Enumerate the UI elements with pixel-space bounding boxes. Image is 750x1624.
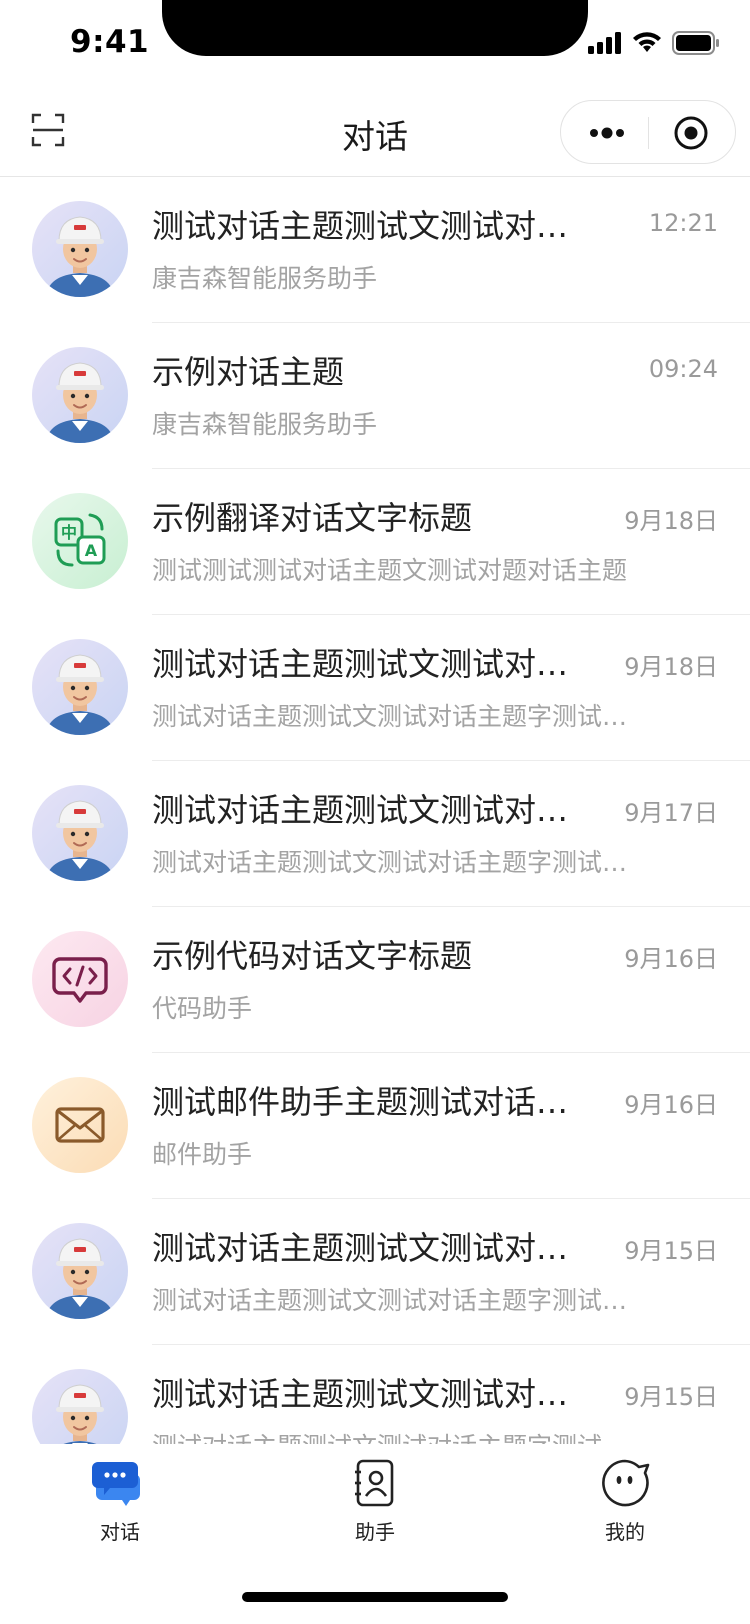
battery-icon [672, 31, 719, 55]
conversation-title: 测试对话主题测试文测试对话主题 [152, 1375, 592, 1413]
conversation-subtitle: 测试对话主题测试文测试对话主题字测试对话 [152, 1427, 632, 1444]
home-indicator [242, 1592, 508, 1602]
conversation-time: 9月16日 [624, 945, 718, 973]
conversation-item[interactable]: 示例对话主题 09:24 康吉森智能服务助手 [0, 323, 750, 469]
tab-chat[interactable]: 对话 [50, 1458, 190, 1545]
mail-icon [32, 1077, 128, 1173]
avatar [32, 1077, 128, 1173]
worker-avatar-icon [32, 201, 128, 297]
conversation-time: 9月18日 [624, 507, 718, 535]
conversation-item[interactable]: 测试对话主题测试文测试对话主题 12:21 康吉森智能服务助手 [0, 177, 750, 323]
worker-avatar-icon [32, 785, 128, 881]
conversation-item[interactable]: 中 A 示例翻译对话文字标题 9月18日测试测试测试对话主题文测试对题对话主题 [0, 469, 750, 615]
conversation-title: 示例对话主题 [152, 353, 345, 391]
tab-mine[interactable]: 我的 [555, 1458, 695, 1545]
more-icon[interactable] [587, 120, 627, 146]
mini-program-capsule [560, 100, 736, 164]
avatar [32, 785, 128, 881]
tab-mine-label: 我的 [605, 1520, 645, 1544]
tab-chat-label: 对话 [100, 1520, 140, 1544]
conversation-item[interactable]: 测试对话主题测试文测试对话主题 9月15日测试对话主题测试文测试对话主题字测试对话 [0, 1199, 750, 1345]
conversation-time: 09:24 [648, 355, 718, 383]
conversation-title: 测试对话主题测试文测试对话主题 [152, 645, 592, 683]
conversation-title: 测试对话主题测试文测试对话主题 [152, 791, 592, 829]
code-icon [32, 931, 128, 1027]
capsule-divider [648, 117, 649, 149]
conversation-time: 12:21 [648, 209, 718, 237]
conversation-time: 9月15日 [624, 1383, 718, 1411]
conversation-time: 9月18日 [624, 653, 718, 681]
conversation-subtitle: 测试对话主题测试文测试对话主题字测试对话 [152, 848, 632, 877]
status-time: 9:41 [70, 24, 150, 60]
avatar [32, 931, 128, 1027]
conversation-item[interactable]: 测试对话主题测试文测试对话主题 9月18日测试对话主题测试文测试对话主题字测试对话 [0, 615, 750, 761]
worker-avatar-icon [32, 639, 128, 735]
wifi-icon [633, 32, 661, 52]
conversation-subtitle: 测试对话主题测试文测试对话主题字测试对话 [152, 1286, 632, 1315]
avatar [32, 639, 128, 735]
conversation-time: 9月16日 [624, 1091, 718, 1119]
contacts-icon [355, 1459, 394, 1507]
avatar [32, 201, 128, 297]
worker-avatar-icon [32, 1369, 128, 1444]
conversation-subtitle: 测试对话主题测试文测试对话主题字测试对话 [152, 702, 632, 731]
tab-bar: 对话 助手 我的 [0, 1444, 750, 1564]
status-bar: 9:41 [0, 0, 750, 88]
conversation-subtitle: 邮件助手 [152, 1140, 253, 1169]
conversation-title: 测试对话主题测试文测试对话主题 [152, 1229, 592, 1267]
system-icons [588, 30, 720, 56]
worker-avatar-icon [32, 1223, 128, 1319]
conversation-item[interactable]: 示例代码对话文字标题 9月16日代码助手 [0, 907, 750, 1053]
svg-text:中: 中 [61, 523, 77, 542]
conversation-item[interactable]: 测试邮件助手主题测试对话主题 9月16日邮件助手 [0, 1053, 750, 1199]
avatar [32, 1369, 128, 1444]
conversation-list[interactable]: 测试对话主题测试文测试对话主题 12:21 康吉森智能服务助手 示例对话主题 09:24… [0, 177, 750, 1444]
conversation-subtitle: 康吉森智能服务助手 [152, 410, 378, 439]
conversation-time: 9月17日 [624, 799, 718, 827]
device-notch [162, 0, 588, 56]
svg-text:A: A [85, 541, 98, 560]
profile-face-icon [602, 1459, 650, 1507]
avatar: 中A [32, 493, 128, 589]
conversation-title: 测试邮件助手主题测试对话主题 [152, 1083, 592, 1121]
navigation-bar: 对话 [0, 88, 750, 177]
conversation-title: 测试对话主题测试文测试对话主题 [152, 207, 592, 245]
conversation-time: 9月15日 [624, 1237, 718, 1265]
conversation-subtitle: 康吉森智能服务助手 [152, 264, 378, 293]
signal-icon [588, 32, 621, 54]
conversation-title: 示例翻译对话文字标题 [152, 499, 473, 537]
worker-avatar-icon [32, 347, 128, 443]
avatar [32, 347, 128, 443]
translate-icon: 中A [32, 493, 128, 589]
tab-assistant-label: 助手 [355, 1520, 395, 1544]
avatar [32, 1223, 128, 1319]
conversation-item[interactable]: 测试对话主题测试文测试对话主题 9月17日测试对话主题测试文测试对话主题字测试对话 [0, 761, 750, 907]
tab-assistant[interactable]: 助手 [305, 1458, 445, 1545]
conversation-item[interactable]: 测试对话主题测试文测试对话主题 9月15日测试对话主题测试文测试对话主题字测试对话 [0, 1345, 750, 1444]
conversation-title: 示例代码对话文字标题 [152, 937, 473, 975]
close-target-icon[interactable] [673, 115, 709, 151]
conversation-subtitle: 测试测试测试对话主题文测试对题对话主题 [152, 556, 628, 585]
conversation-subtitle: 代码助手 [152, 994, 253, 1023]
chat-icon [92, 1462, 140, 1506]
